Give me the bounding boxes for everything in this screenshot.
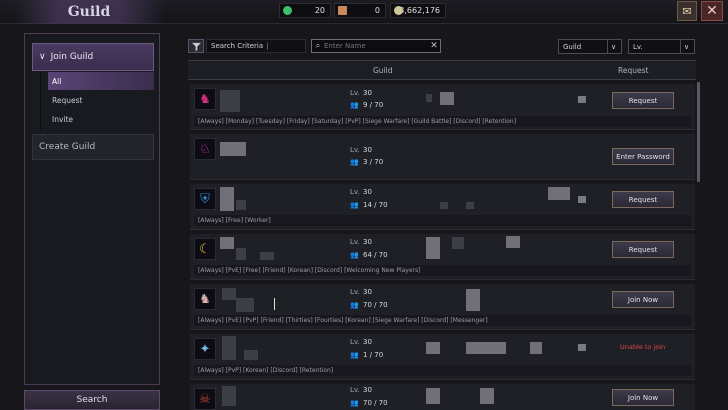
table-row: ♘ Lv. 30 👥 3 / 70 Enter Password xyxy=(190,134,695,180)
dragon-emblem-icon: ♞ xyxy=(194,88,216,110)
divider xyxy=(40,72,41,130)
info-icon[interactable] xyxy=(578,344,586,351)
members-icon: 👥 xyxy=(350,158,359,166)
request-button[interactable]: Request xyxy=(612,241,674,258)
sidebar-item-invite[interactable]: Invite xyxy=(48,110,154,128)
guild-tags: [Always] [PvP] [Korean] [Discord] [Reten… xyxy=(198,367,334,374)
members-icon: 👥 xyxy=(350,301,359,309)
table-row: ♞ Lv. 30 👥 70 / 70 Join Now [Always] [Pv… xyxy=(190,284,695,330)
currency-feather: 0 xyxy=(334,3,386,18)
sidebar-item-all[interactable]: All xyxy=(48,72,154,90)
join-now-button[interactable]: Join Now xyxy=(612,389,674,406)
chevron-down-icon: ∨ xyxy=(607,40,619,53)
request-button[interactable]: Request xyxy=(612,191,674,208)
header-request: Request xyxy=(618,66,649,75)
close-button[interactable]: ✕ xyxy=(701,1,723,21)
feather-icon xyxy=(338,6,347,15)
filter-button[interactable] xyxy=(188,39,204,53)
table-row: ☾ Lv. 30 👥 64 / 70 Request [Always] [PvE… xyxy=(190,234,695,280)
info-icon[interactable] xyxy=(578,96,586,103)
skull-emblem-icon: ☠ xyxy=(194,388,216,410)
chevron-down-icon: ∨ xyxy=(39,52,46,62)
sidebar-item-request[interactable]: Request xyxy=(48,91,154,109)
members-icon: 👥 xyxy=(350,101,359,109)
guild-tags: [Always] [PvE] [Free] [Friend] [Korean] … xyxy=(198,267,421,274)
green-gem-icon xyxy=(283,6,292,15)
table-row: ⛨ Lv. 30 👥 14 / 70 Request [Always] [Fre… xyxy=(190,184,695,230)
clear-icon[interactable]: ✕ xyxy=(428,41,440,51)
unicorn-emblem-icon: ♞ xyxy=(194,288,216,310)
join-guild-button[interactable]: ∨ Join Guild xyxy=(32,43,154,71)
members-icon: 👥 xyxy=(350,201,359,209)
sort-level-dropdown[interactable]: Lv. ∨ xyxy=(628,39,695,54)
join-now-button[interactable]: Join Now xyxy=(612,291,674,308)
info-icon[interactable] xyxy=(578,196,586,203)
members-icon: 👥 xyxy=(350,251,359,259)
shield-emblem-icon: ⛨ xyxy=(194,188,216,210)
table-header: Guild Request xyxy=(188,60,696,80)
request-button[interactable]: Request xyxy=(612,92,674,109)
window-title: Guild xyxy=(14,0,164,24)
currency-gems: 20 xyxy=(279,3,331,18)
search-icon: ⌕ xyxy=(315,41,321,50)
table-row: ✦ Lv. 30 👥 1 / 70 Unable to join [Always… xyxy=(190,334,695,380)
pegasus-emblem-icon: ♘ xyxy=(194,138,216,160)
members-icon: 👥 xyxy=(350,399,359,407)
close-icon: ✕ xyxy=(706,3,718,19)
chevron-down-icon: ∨ xyxy=(680,40,692,53)
search-criteria-label: Search Criteria | xyxy=(206,39,306,53)
create-guild-button[interactable]: Create Guild xyxy=(32,134,154,160)
scroll-icon: ✉ xyxy=(682,4,692,18)
table-row: ☠ Lv. 30 👥 70 / 70 Join Now xyxy=(190,384,695,410)
table-row: ♞ Lv. 30 👥 9 / 70 Request [Always] [Mond… xyxy=(190,84,695,130)
search-button[interactable]: Search xyxy=(24,390,160,410)
scrollbar[interactable] xyxy=(697,82,700,182)
filter-icon xyxy=(191,42,201,51)
top-bar: Guild 20 0 3,662,176 ✉ ✕ xyxy=(0,0,728,24)
crescent-emblem-icon: ☾ xyxy=(194,238,216,260)
members-icon: 👥 xyxy=(350,351,359,359)
silver-coin-icon xyxy=(394,6,403,15)
sidebar: ∨ Join Guild All Request Invite Create G… xyxy=(24,33,160,385)
guild-name-input[interactable] xyxy=(324,42,428,50)
guild-tags: [Always] [PvE] [PvP] [Friend] [Thirties]… xyxy=(198,317,488,324)
unable-to-join-text: Unable to join xyxy=(620,343,666,351)
star-emblem-icon: ✦ xyxy=(194,338,216,360)
sort-type-dropdown[interactable]: Guild ∨ xyxy=(558,39,622,54)
enter-password-button[interactable]: Enter Password xyxy=(612,148,674,165)
guild-tags: [Always] [Free] [Worker] xyxy=(198,217,271,224)
currency-silver: 3,662,176 xyxy=(390,3,446,18)
guild-mail-button[interactable]: ✉ xyxy=(677,1,697,21)
guild-name-search[interactable]: ⌕ ✕ xyxy=(311,39,441,53)
guild-tags: [Always] [Monday] [Tuesday] [Friday] [Sa… xyxy=(198,118,517,125)
header-guild: Guild xyxy=(373,66,393,75)
